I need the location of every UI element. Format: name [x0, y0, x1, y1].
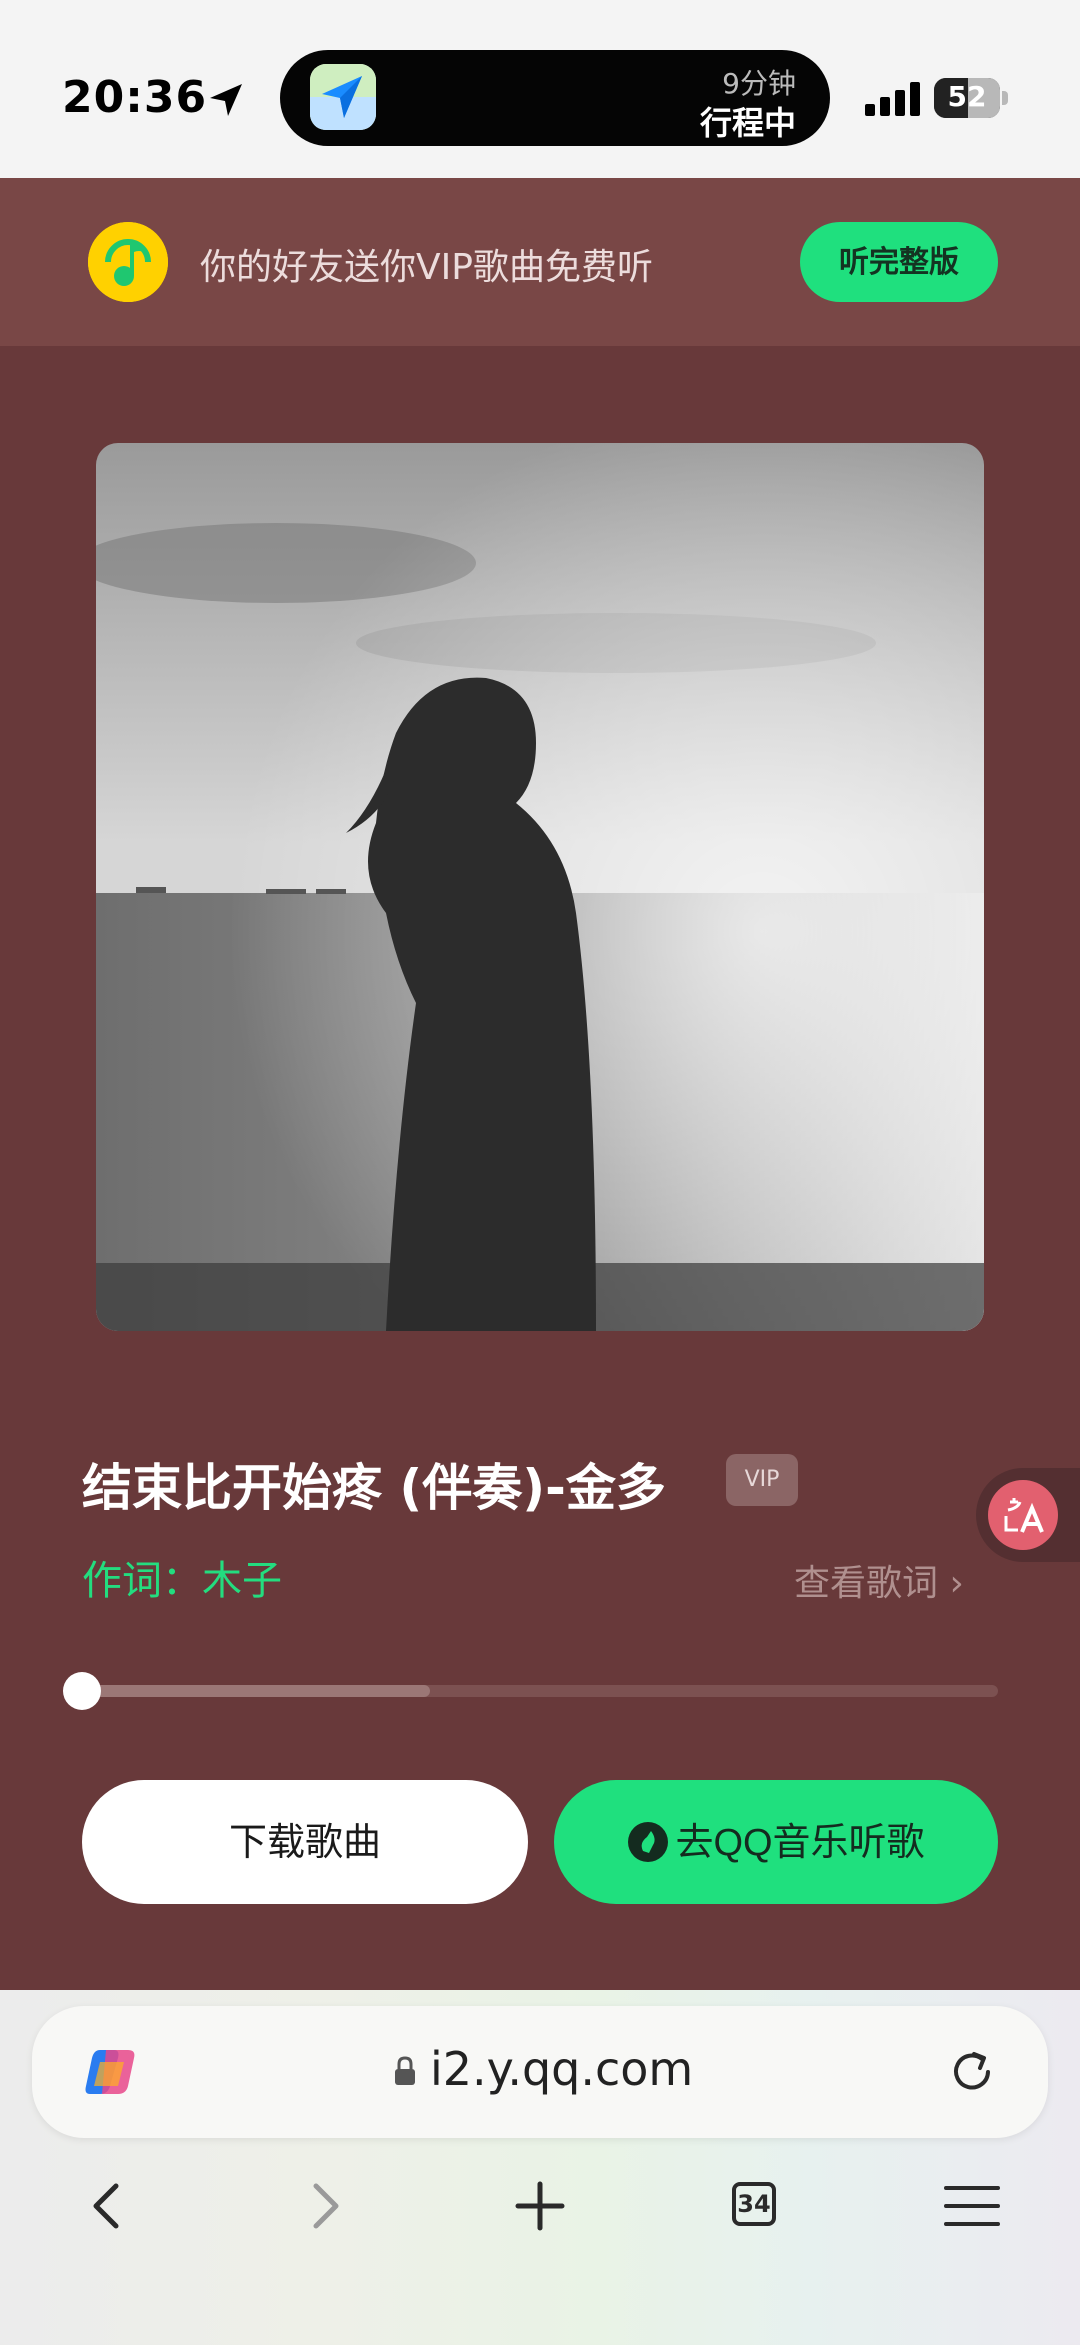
- browser-toolbar: i2.y.qq.com 34: [0, 1990, 1080, 2345]
- new-tab-icon[interactable]: [500, 2166, 580, 2246]
- maps-app-icon: [310, 64, 376, 130]
- promo-banner: 你的好友送你VIP歌曲免费听 听完整版: [0, 178, 1080, 346]
- island-duration: 9分钟: [722, 67, 796, 100]
- download-song-button[interactable]: 下载歌曲: [82, 1780, 528, 1904]
- location-arrow-icon: [210, 84, 242, 116]
- status-bar: 20:36 9分钟 行程中 52: [0, 0, 1080, 178]
- signal-icon: [865, 82, 920, 116]
- lock-icon: [395, 2056, 415, 2085]
- page: 20:36 9分钟 行程中 52 你的好友送你VIP歌曲免费听 听完整版 结束比…: [0, 0, 1080, 2345]
- back-icon[interactable]: [68, 2166, 148, 2246]
- view-lyrics-link[interactable]: 查看歌词 ›: [794, 1554, 964, 1606]
- copilot-icon[interactable]: [80, 2042, 140, 2102]
- reload-icon[interactable]: [944, 2044, 1000, 2100]
- progress-slider[interactable]: [63, 1672, 998, 1710]
- progress-buffered: [82, 1685, 431, 1697]
- vip-badge: VIP: [726, 1454, 798, 1506]
- menu-icon[interactable]: [932, 2166, 1012, 2246]
- qq-music-logo: [88, 222, 168, 302]
- listen-full-button[interactable]: 听完整版: [800, 222, 998, 302]
- open-qq-music-label: 去QQ音乐听歌: [675, 1822, 925, 1864]
- battery-level: 52: [947, 80, 987, 113]
- url-text: i2.y.qq.com: [430, 2042, 694, 2096]
- status-time: 20:36: [62, 72, 208, 123]
- tab-count: 34: [732, 2182, 776, 2226]
- web-content: 你的好友送你VIP歌曲免费听 听完整版 结束比开始疼 (伴奏)-金多 VIP 作…: [0, 178, 1080, 1990]
- tabs-icon[interactable]: 34: [716, 2166, 796, 2246]
- qq-music-icon: [628, 1822, 669, 1862]
- forward-icon[interactable]: [284, 2166, 364, 2246]
- dynamic-island[interactable]: 9分钟 行程中: [280, 50, 830, 146]
- album-cover: [96, 443, 984, 1331]
- lyricist-credit: 作词：木子: [82, 1558, 282, 1604]
- battery-icon: 52: [934, 78, 1010, 118]
- address-bar[interactable]: i2.y.qq.com: [32, 2006, 1048, 2138]
- song-title: 结束比开始疼 (伴奏)-金多: [82, 1459, 666, 1517]
- progress-knob[interactable]: [63, 1672, 101, 1710]
- promo-text: 你的好友送你VIP歌曲免费听: [200, 247, 653, 288]
- translate-button[interactable]: [976, 1468, 1080, 1562]
- translate-icon: [988, 1480, 1058, 1550]
- open-qq-music-button[interactable]: 去QQ音乐听歌: [554, 1780, 998, 1904]
- island-status: 行程中: [699, 104, 796, 142]
